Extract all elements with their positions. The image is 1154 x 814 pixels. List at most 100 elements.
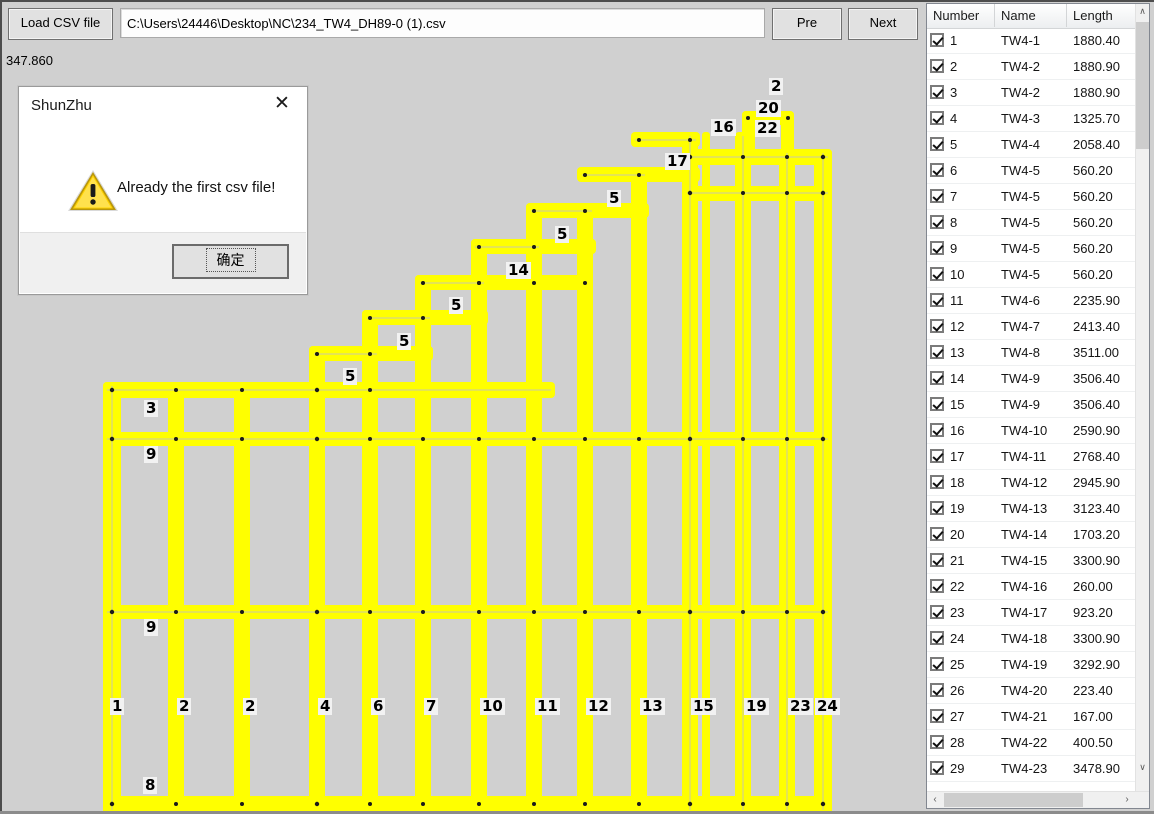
row-checkbox[interactable]	[930, 137, 944, 151]
cell-length: 1325.70	[1073, 111, 1120, 126]
table-row[interactable]: 8 TW4-5 560.20	[927, 210, 1136, 236]
table-row[interactable]: 18 TW4-12 2945.90	[927, 470, 1136, 496]
table-row[interactable]: 14 TW4-9 3506.40	[927, 366, 1136, 392]
row-checkbox[interactable]	[930, 735, 944, 749]
vertical-scrollbar[interactable]: ∧ ∨	[1135, 4, 1149, 794]
table-row[interactable]: 10 TW4-5 560.20	[927, 262, 1136, 288]
row-checkbox[interactable]	[930, 241, 944, 255]
row-checkbox[interactable]	[930, 683, 944, 697]
table-row[interactable]: 29 TW4-23 3478.90	[927, 756, 1136, 782]
csv-path-input[interactable]: C:\Users\24446\Desktop\NC\234_TW4_DH89-0…	[120, 8, 765, 38]
row-checkbox[interactable]	[930, 475, 944, 489]
table-row[interactable]: 16 TW4-10 2590.90	[927, 418, 1136, 444]
member-list[interactable]: Number Name Length 1 TW4-1 1880.40 2 TW4-2 18…	[926, 3, 1150, 809]
ok-button-label: 确定	[205, 248, 256, 272]
table-row[interactable]: 27 TW4-21 167.00	[927, 704, 1136, 730]
toolbar: Load CSV file C:\Users\24446\Desktop\NC\…	[2, 3, 922, 43]
row-checkbox[interactable]	[930, 501, 944, 515]
row-checkbox[interactable]	[930, 293, 944, 307]
scroll-down-icon[interactable]: ∨	[1136, 760, 1149, 777]
table-row[interactable]: 2 TW4-2 1880.90	[927, 54, 1136, 80]
cell-name: TW4-19	[1001, 657, 1048, 672]
table-row[interactable]: 3 TW4-2 1880.90	[927, 80, 1136, 106]
cell-number: 23	[950, 605, 965, 620]
cell-name: TW4-11	[1001, 449, 1047, 464]
cell-name: TW4-2	[1001, 59, 1040, 74]
column-header-length[interactable]: Length	[1067, 4, 1136, 27]
cell-name: TW4-7	[1001, 319, 1040, 334]
column-header-number[interactable]: Number	[927, 4, 995, 27]
table-row[interactable]: 30 TW4-24 3293.40	[927, 782, 1136, 786]
table-row[interactable]: 24 TW4-18 3300.90	[927, 626, 1136, 652]
row-checkbox[interactable]	[930, 111, 944, 125]
row-checkbox[interactable]	[930, 761, 944, 775]
row-checkbox[interactable]	[930, 709, 944, 723]
ok-button[interactable]: 确定	[172, 244, 289, 279]
cell-number: 24	[950, 631, 965, 646]
row-checkbox[interactable]	[930, 163, 944, 177]
member-label: 19	[744, 697, 769, 715]
row-checkbox[interactable]	[930, 449, 944, 463]
table-row[interactable]: 4 TW4-3 1325.70	[927, 106, 1136, 132]
member-label: 8	[143, 776, 158, 794]
member-label: 9	[144, 618, 159, 636]
cell-number: 5	[950, 137, 958, 152]
row-checkbox[interactable]	[930, 553, 944, 567]
row-checkbox[interactable]	[930, 423, 944, 437]
scroll-up-icon[interactable]: ∧	[1136, 4, 1149, 21]
row-checkbox[interactable]	[930, 189, 944, 203]
table-row[interactable]: 11 TW4-6 2235.90	[927, 288, 1136, 314]
cell-number: 29	[950, 761, 965, 776]
member-label: 14	[506, 261, 531, 279]
row-checkbox[interactable]	[930, 657, 944, 671]
row-checkbox[interactable]	[930, 59, 944, 73]
table-row[interactable]: 15 TW4-9 3506.40	[927, 392, 1136, 418]
table-row[interactable]: 23 TW4-17 923.20	[927, 600, 1136, 626]
row-checkbox[interactable]	[930, 33, 944, 47]
row-checkbox[interactable]	[930, 215, 944, 229]
table-row[interactable]: 13 TW4-8 3511.00	[927, 340, 1136, 366]
table-row[interactable]: 17 TW4-11 2768.40	[927, 444, 1136, 470]
row-checkbox[interactable]	[930, 631, 944, 645]
table-row[interactable]: 21 TW4-15 3300.90	[927, 548, 1136, 574]
table-row[interactable]: 1 TW4-1 1880.40	[927, 28, 1136, 54]
table-row[interactable]: 22 TW4-16 260.00	[927, 574, 1136, 600]
table-row[interactable]: 5 TW4-4 2058.40	[927, 132, 1136, 158]
row-checkbox[interactable]	[930, 267, 944, 281]
row-checkbox[interactable]	[930, 345, 944, 359]
row-checkbox[interactable]	[930, 579, 944, 593]
next-button[interactable]: Next	[848, 8, 918, 40]
scroll-left-icon[interactable]: ‹	[927, 792, 943, 808]
table-row[interactable]: 19 TW4-13 3123.40	[927, 496, 1136, 522]
table-row[interactable]: 20 TW4-14 1703.20	[927, 522, 1136, 548]
table-row[interactable]: 25 TW4-19 3292.90	[927, 652, 1136, 678]
warning-icon	[68, 170, 118, 211]
table-row[interactable]: 7 TW4-5 560.20	[927, 184, 1136, 210]
row-checkbox[interactable]	[930, 371, 944, 385]
cell-length: 167.00	[1073, 709, 1113, 724]
cell-name: TW4-12	[1001, 475, 1048, 490]
close-icon[interactable]: ✕	[261, 89, 303, 117]
column-header-name[interactable]: Name	[995, 4, 1067, 27]
row-checkbox[interactable]	[930, 319, 944, 333]
horizontal-scrollbar[interactable]: ‹ ›	[927, 791, 1149, 808]
cell-name: TW4-16	[1001, 579, 1048, 594]
table-row[interactable]: 26 TW4-20 223.40	[927, 678, 1136, 704]
load-csv-button[interactable]: Load CSV file	[8, 8, 113, 40]
member-label: 22	[755, 119, 780, 137]
cell-number: 28	[950, 735, 965, 750]
dialog-message: Already the first csv file!	[117, 179, 276, 196]
scroll-right-icon[interactable]: ›	[1119, 792, 1135, 808]
row-checkbox[interactable]	[930, 527, 944, 541]
row-checkbox[interactable]	[930, 85, 944, 99]
table-row[interactable]: 28 TW4-22 400.50	[927, 730, 1136, 756]
previous-button[interactable]: Pre	[772, 8, 842, 40]
vertical-scroll-thumb[interactable]	[1136, 22, 1149, 149]
table-row[interactable]: 9 TW4-5 560.20	[927, 236, 1136, 262]
row-checkbox[interactable]	[930, 397, 944, 411]
table-row[interactable]: 12 TW4-7 2413.40	[927, 314, 1136, 340]
row-checkbox[interactable]	[930, 605, 944, 619]
table-row[interactable]: 6 TW4-5 560.20	[927, 158, 1136, 184]
list-rows[interactable]: 1 TW4-1 1880.40 2 TW4-2 1880.90 3 TW4-2 1880.90 4…	[927, 28, 1136, 786]
horizontal-scroll-thumb[interactable]	[944, 793, 1083, 807]
